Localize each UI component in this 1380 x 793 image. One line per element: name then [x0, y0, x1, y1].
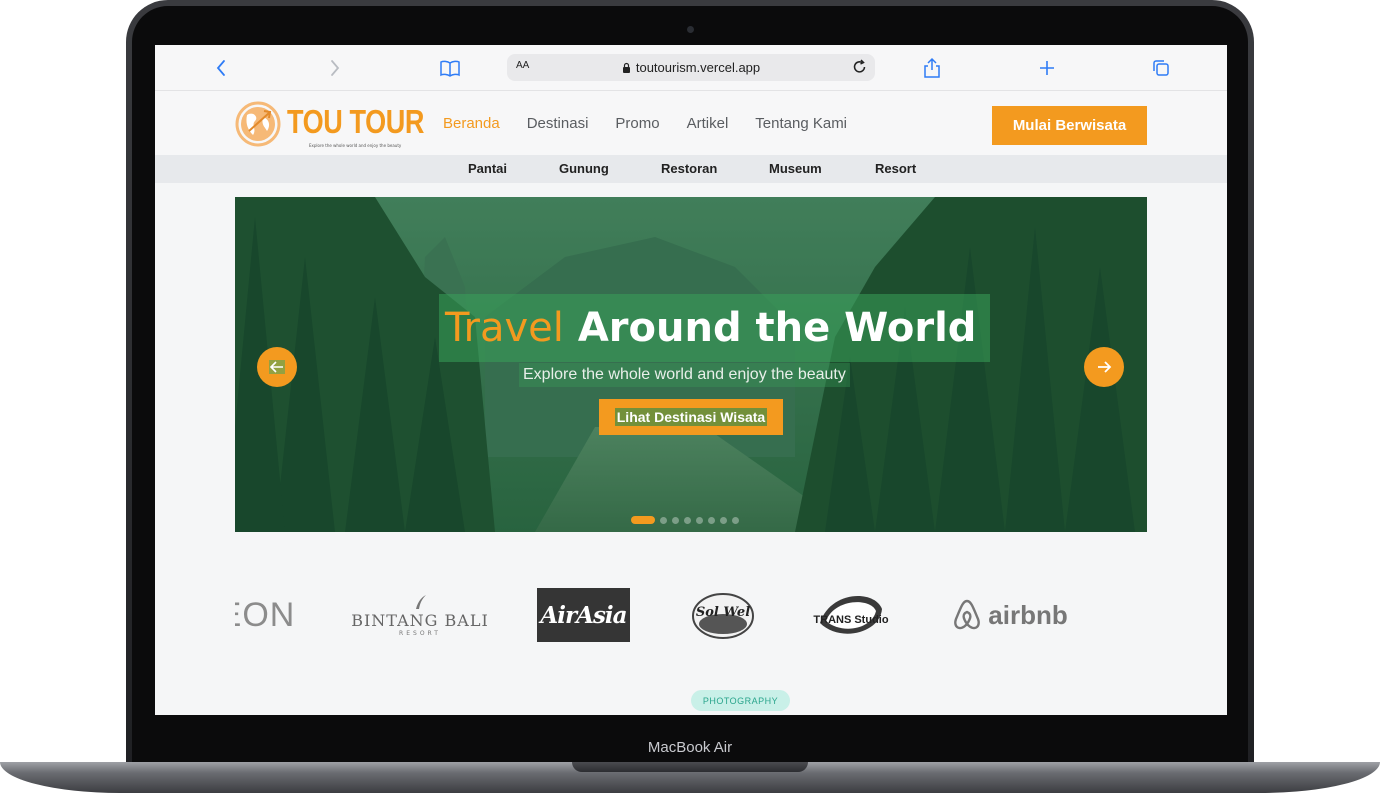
- carousel-dot-2[interactable]: [660, 516, 667, 524]
- category-restoran[interactable]: Restoran: [661, 161, 717, 176]
- carousel-dot-8[interactable]: [732, 516, 739, 524]
- screen: AA toutourism.vercel.app TOU TOUR Explor…: [155, 45, 1227, 715]
- reload-icon[interactable]: [851, 58, 869, 76]
- site-logo[interactable]: TOU TOUR Explore the whole world and enj…: [235, 99, 424, 151]
- chevron-right-icon: [331, 60, 340, 76]
- nav-artikel[interactable]: Artikel: [687, 115, 729, 132]
- back-button[interactable]: [206, 53, 236, 83]
- device-label: MacBook Air: [647, 739, 733, 756]
- carousel-prev-button[interactable]: [257, 347, 297, 387]
- carousel-indicators: [631, 516, 744, 524]
- carousel-next-button[interactable]: [1084, 347, 1124, 387]
- tabs-button[interactable]: [1146, 53, 1176, 83]
- url-text: toutourism.vercel.app: [635, 60, 761, 75]
- nav-promo[interactable]: Promo: [615, 115, 659, 132]
- arrow-right-icon: [1098, 361, 1112, 373]
- carousel-dot-6[interactable]: [708, 516, 715, 524]
- tabs-icon: [1153, 60, 1169, 76]
- category-pantai[interactable]: Pantai: [468, 161, 507, 176]
- partner-eon: EON: [235, 595, 296, 634]
- new-tab-button[interactable]: [1032, 53, 1062, 83]
- category-bar: Pantai Gunung Restoran Museum Resort: [155, 155, 1227, 183]
- partner-airasia: AirAsia: [537, 575, 630, 655]
- category-gunung[interactable]: Gunung: [559, 161, 609, 176]
- nav-beranda[interactable]: Beranda: [443, 115, 500, 132]
- section-badge: PHOTOGRAPHY: [691, 690, 790, 711]
- carousel-dot-5[interactable]: [696, 516, 703, 524]
- arrow-left-icon: [269, 360, 285, 374]
- category-resort[interactable]: Resort: [875, 161, 916, 176]
- hero-subtitle: Explore the whole world and enjoy the be…: [519, 363, 850, 387]
- hero-title: Travel Around the World: [439, 294, 991, 362]
- forward-button[interactable]: [320, 53, 350, 83]
- partner-goodwill: Sol Wel: [683, 575, 763, 655]
- share-button[interactable]: [917, 53, 947, 83]
- carousel-dot-1[interactable]: [631, 516, 655, 524]
- partner-logos: EON BINTANG BALI RESORT AirAsia Sol Wel …: [235, 575, 1147, 655]
- hero-title-rest: Around the World: [577, 305, 977, 351]
- lock-icon: [622, 62, 630, 73]
- svg-text:Sol Wel: Sol Wel: [696, 605, 750, 620]
- book-icon: [440, 60, 460, 77]
- webcam: [687, 26, 694, 33]
- carousel-dot-3[interactable]: [672, 516, 679, 524]
- trans-studio-logo-icon: TRANS Studio: [813, 596, 889, 634]
- plus-icon: [1040, 61, 1054, 75]
- partner-bintang-bali: BINTANG BALI RESORT: [350, 575, 490, 655]
- bintang-bali-mark-icon: [416, 595, 426, 609]
- hero-title-accent: Travel: [445, 305, 564, 351]
- safari-toolbar: AA toutourism.vercel.app: [155, 45, 1227, 91]
- start-travel-button[interactable]: Mulai Berwisata: [992, 106, 1147, 145]
- carousel-dot-4[interactable]: [684, 516, 691, 524]
- logo-text: TOU TOUR: [287, 103, 425, 140]
- main-nav: Beranda Destinasi Promo Artikel Tentang …: [443, 115, 874, 132]
- partner-trans-studio: TRANS Studio: [809, 575, 891, 655]
- view-destinations-label: Lihat Destinasi Wisata: [614, 408, 768, 426]
- nav-tentang-kami[interactable]: Tentang Kami: [755, 115, 847, 132]
- globe-logo-icon: [235, 101, 281, 147]
- chevron-left-icon: [216, 60, 225, 76]
- svg-text:TRANS Studio: TRANS Studio: [813, 614, 888, 626]
- view-destinations-button[interactable]: Lihat Destinasi Wisata: [599, 399, 783, 435]
- share-icon: [924, 57, 940, 78]
- hero-carousel: Travel Around the World Explore the whol…: [235, 197, 1147, 532]
- category-museum[interactable]: Museum: [769, 161, 822, 176]
- site-header: TOU TOUR Explore the whole world and enj…: [155, 91, 1227, 155]
- airbnb-logo-icon: [954, 599, 981, 630]
- nav-destinasi[interactable]: Destinasi: [527, 115, 589, 132]
- carousel-dot-7[interactable]: [720, 516, 727, 524]
- address-bar[interactable]: AA toutourism.vercel.app: [507, 54, 875, 81]
- logo-tagline: Explore the whole world and enjoy the be…: [309, 143, 402, 148]
- laptop-notch: [572, 762, 808, 772]
- goodwill-logo-icon: Sol Wel: [692, 593, 754, 639]
- partner-airbnb: airbnb: [940, 575, 1080, 655]
- bookmarks-button[interactable]: [435, 53, 465, 83]
